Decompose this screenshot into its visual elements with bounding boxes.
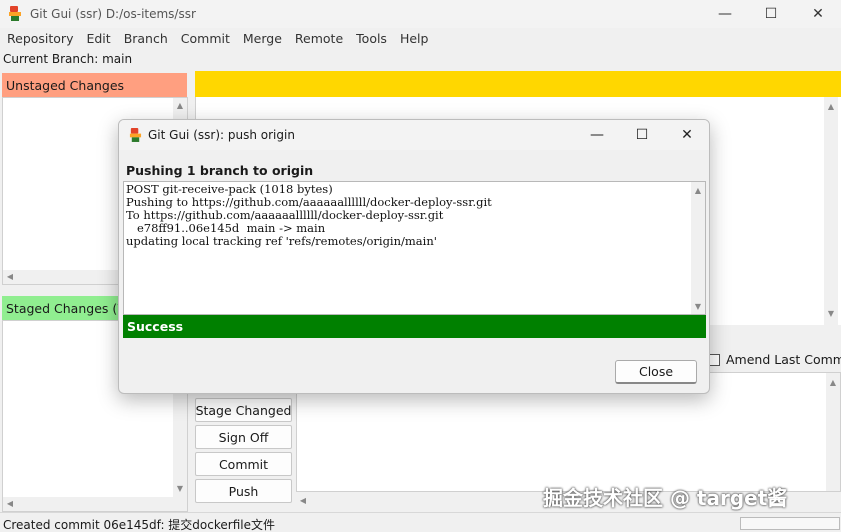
scroll-up-icon[interactable]: ▲: [691, 186, 705, 196]
minimize-icon: —: [590, 127, 604, 143]
menu-tools[interactable]: Tools: [349, 29, 393, 49]
close-button[interactable]: Close: [615, 360, 697, 384]
dialog-minimize-button[interactable]: —: [574, 120, 620, 150]
minimize-button[interactable]: —: [702, 0, 748, 28]
close-icon: ✕: [812, 6, 824, 22]
amend-last-commit-checkbox[interactable]: Amend Last Commit: [708, 352, 841, 367]
watermark: 掘金技术社区 @ target酱: [543, 486, 788, 510]
push-log-output[interactable]: POST git-receive-pack (1018 bytes) Pushi…: [123, 181, 706, 315]
menu-commit[interactable]: Commit: [174, 29, 236, 49]
stage-changed-button[interactable]: Stage Changed: [195, 398, 292, 422]
git-gui-icon: [9, 6, 21, 21]
maximize-icon: ☐: [635, 127, 649, 143]
maximize-button[interactable]: ☐: [748, 0, 794, 28]
current-branch-label: Current Branch: main: [3, 52, 133, 66]
commit-vertical-scrollbar[interactable]: ▲: [826, 373, 840, 491]
menu-help[interactable]: Help: [393, 29, 435, 49]
status-progress: [740, 517, 840, 530]
menu-repository[interactable]: Repository: [0, 29, 79, 49]
scroll-left-icon[interactable]: ◀: [3, 272, 17, 282]
status-bar: Created commit 06e145df: 提交dockerfile文件: [0, 512, 841, 532]
sign-off-button[interactable]: Sign Off: [195, 425, 292, 449]
close-icon: ✕: [681, 127, 693, 143]
maximize-icon: ☐: [764, 6, 778, 22]
status-text: Created commit 06e145df: 提交dockerfile文件: [3, 518, 275, 532]
scroll-up-icon[interactable]: ▲: [824, 102, 838, 112]
git-gui-icon: [129, 128, 142, 142]
menu-bar: Repository Edit Branch Commit Merge Remo…: [0, 29, 841, 49]
dialog-title: Git Gui (ssr): push origin: [148, 128, 295, 142]
log-vertical-scrollbar[interactable]: ▲ ▼: [691, 182, 705, 314]
unstaged-changes-header: Unstaged Changes: [2, 73, 187, 97]
dialog-maximize-button[interactable]: ☐: [619, 120, 665, 150]
diff-header: [195, 71, 841, 97]
staged-horizontal-scrollbar[interactable]: ◀: [3, 497, 187, 511]
dialog-close-button[interactable]: ✕: [664, 120, 709, 150]
menu-edit[interactable]: Edit: [79, 29, 116, 49]
amend-label: Amend Last Commit: [726, 352, 841, 367]
minimize-icon: —: [718, 6, 732, 22]
scroll-up-icon[interactable]: ▲: [173, 101, 187, 111]
close-window-button[interactable]: ✕: [795, 0, 841, 28]
staged-changes-header: Staged Changes (W: [2, 296, 122, 320]
window-title: Git Gui (ssr) D:/os-items/ssr: [30, 7, 196, 21]
diff-vertical-scrollbar[interactable]: ▲ ▼: [824, 97, 838, 325]
scroll-down-icon[interactable]: ▼: [691, 302, 705, 312]
scroll-left-icon[interactable]: ◀: [3, 499, 17, 509]
scroll-up-icon[interactable]: ▲: [826, 378, 840, 388]
scroll-down-icon[interactable]: ▼: [824, 309, 838, 319]
scroll-down-icon[interactable]: ▼: [173, 484, 187, 494]
menu-branch[interactable]: Branch: [117, 29, 174, 49]
push-button[interactable]: Push: [195, 479, 292, 503]
menu-merge[interactable]: Merge: [236, 29, 288, 49]
menu-remote[interactable]: Remote: [288, 29, 349, 49]
scroll-left-icon[interactable]: ◀: [296, 496, 310, 506]
dialog-heading: Pushing 1 branch to origin: [126, 163, 314, 178]
push-dialog: Git Gui (ssr): push origin — ☐ ✕ Pushing…: [118, 119, 710, 394]
title-bar: Git Gui (ssr) D:/os-items/ssr — ☐ ✕: [0, 0, 841, 28]
success-status-bar: Success: [123, 315, 706, 338]
dialog-title-bar: Git Gui (ssr): push origin — ☐ ✕: [119, 120, 709, 150]
commit-button[interactable]: Commit: [195, 452, 292, 476]
log-line: updating local tracking ref 'refs/remote…: [126, 234, 437, 248]
